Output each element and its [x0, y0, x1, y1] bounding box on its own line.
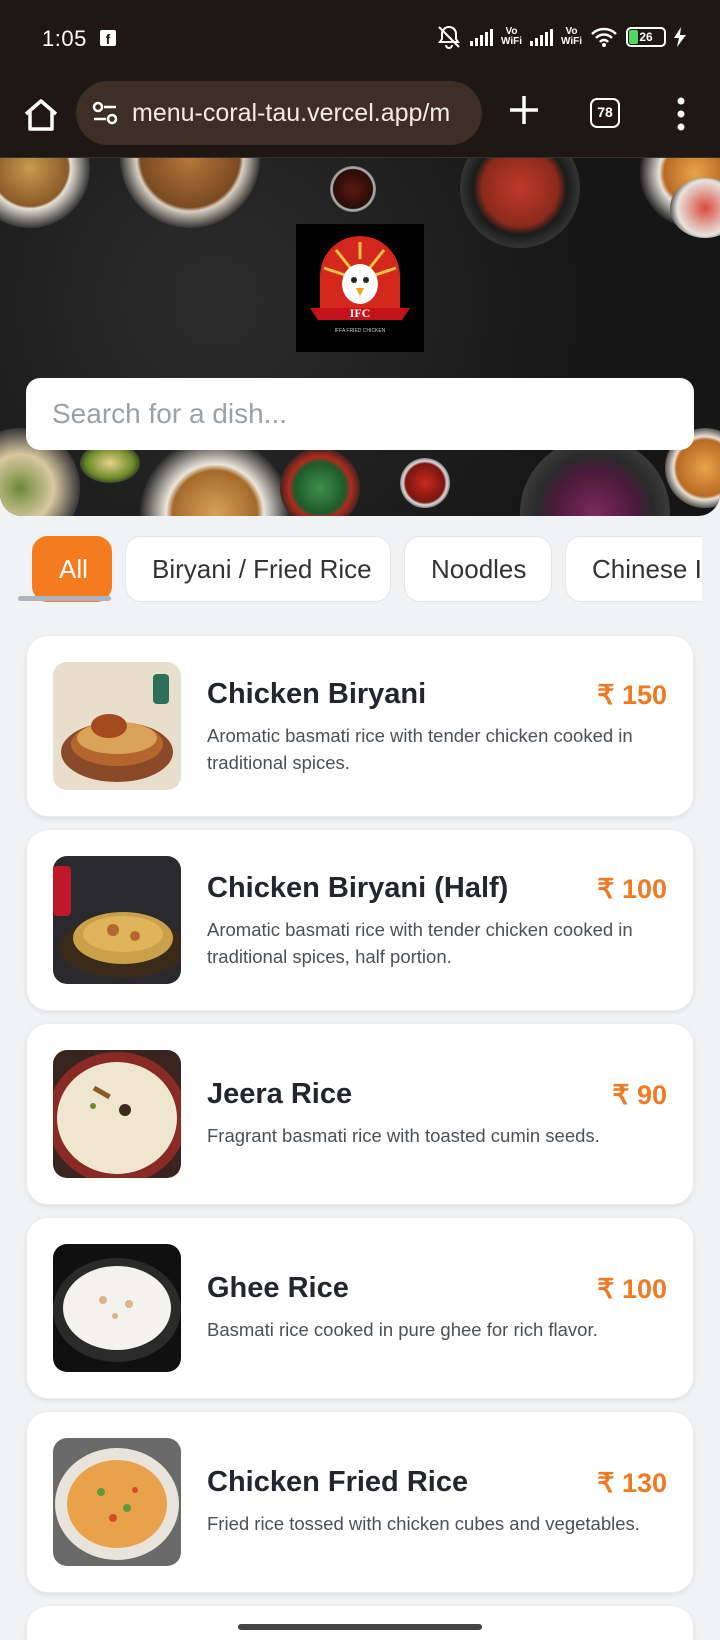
status-time: 1:05 — [42, 26, 87, 51]
dish-price: ₹ 100 — [597, 874, 667, 904]
dish-price: ₹ 130 — [597, 1468, 667, 1498]
wifi-icon — [591, 27, 617, 47]
category-chip-noodles[interactable]: Noodles — [404, 536, 552, 602]
dish-name: Chicken Fried Rice — [207, 1466, 469, 1498]
category-scroll-indicator — [18, 596, 111, 601]
food-plate-decoration — [280, 448, 360, 516]
facebook-notification-icon: f — [100, 30, 116, 47]
url-text[interactable]: menu-coral-tau.vercel.app/m — [132, 99, 450, 128]
food-plate-decoration — [460, 158, 580, 248]
menu-item-card[interactable]: Chicken Fried Rice ₹ 130 Fried rice toss… — [26, 1411, 694, 1593]
menu-item-card[interactable]: Chicken Biryani ₹ 150 Aromatic basmati r… — [26, 635, 694, 817]
vowifi-icon-1: Vo WiFi — [500, 26, 522, 47]
dish-image — [53, 856, 181, 984]
more-options-icon[interactable] — [672, 94, 690, 134]
chicken-mascot-icon: IFC IFFA FRIED CHICKEN — [310, 236, 410, 334]
dish-price: ₹ 100 — [597, 1274, 667, 1304]
svg-text:IFFA FRIED CHICKEN: IFFA FRIED CHICKEN — [335, 328, 386, 334]
hero-banner: IFC IFFA FRIED CHICKEN — [0, 158, 720, 516]
category-chip-chinese[interactable]: Chinese It — [565, 536, 702, 602]
status-icons: Vo WiFi Vo WiFi 26 — [436, 24, 686, 50]
dish-description: Basmati rice cooked in pure ghee for ric… — [207, 1319, 598, 1340]
address-bar[interactable]: menu-coral-tau.vercel.app/m — [76, 81, 482, 145]
menu-item-card[interactable] — [26, 1605, 694, 1640]
menu-item-card[interactable]: Ghee Rice ₹ 100 Basmati rice cooked in p… — [26, 1217, 694, 1399]
food-plate-decoration — [330, 166, 376, 212]
dish-image — [53, 1244, 181, 1372]
new-tab-icon[interactable] — [506, 92, 542, 128]
menu-item-card[interactable]: Chicken Biryani (Half) ₹ 100 Aromatic ba… — [26, 829, 694, 1011]
dish-price: ₹ 90 — [612, 1080, 667, 1110]
dish-price: ₹ 150 — [597, 680, 667, 710]
dish-name: Ghee Rice — [207, 1272, 349, 1304]
mute-icon — [438, 25, 460, 49]
dish-image — [53, 1050, 181, 1178]
battery-icon: 26 — [626, 27, 666, 47]
browser-toolbar: menu-coral-tau.vercel.app/m 78 — [0, 76, 720, 158]
dish-name: Jeera Rice — [207, 1078, 353, 1110]
food-plate-decoration — [400, 458, 450, 508]
dish-name: Chicken Biryani (Half) — [207, 872, 509, 904]
svg-text:IFC: IFC — [350, 306, 371, 320]
menu-item-card[interactable]: Jeera Rice ₹ 90 Fragrant basmati rice wi… — [26, 1023, 694, 1205]
dish-name: Chicken Biryani — [207, 678, 427, 710]
food-plate-decoration — [120, 158, 260, 228]
category-chip-all[interactable]: All — [32, 536, 112, 602]
charging-icon — [674, 27, 686, 47]
tab-switcher-button[interactable]: 78 — [590, 98, 620, 128]
dish-image — [53, 662, 181, 790]
signal-icon-2 — [529, 28, 553, 46]
gesture-home-indicator[interactable] — [238, 1624, 482, 1630]
dish-description: Fried rice tossed with chicken cubes and… — [207, 1513, 640, 1534]
home-icon[interactable] — [20, 94, 62, 136]
signal-icon-1 — [469, 28, 493, 46]
food-plate-decoration — [0, 158, 90, 228]
search-input[interactable] — [26, 378, 694, 450]
category-chip-biryani-fried-rice[interactable]: Biryani / Fried Rice — [125, 536, 391, 602]
dish-image — [53, 1438, 181, 1566]
dish-description: Aromatic basmati rice with tender chicke… — [207, 919, 633, 967]
site-settings-icon[interactable] — [90, 98, 120, 128]
dish-description: Aromatic basmati rice with tender chicke… — [207, 725, 633, 773]
restaurant-logo: IFC IFFA FRIED CHICKEN — [296, 224, 424, 352]
status-bar: 1:05 f Vo WiFi Vo WiFi 26 — [0, 0, 720, 76]
vowifi-icon-2: Vo WiFi — [560, 26, 582, 47]
dish-description: Fragrant basmati rice with toasted cumin… — [207, 1125, 600, 1146]
